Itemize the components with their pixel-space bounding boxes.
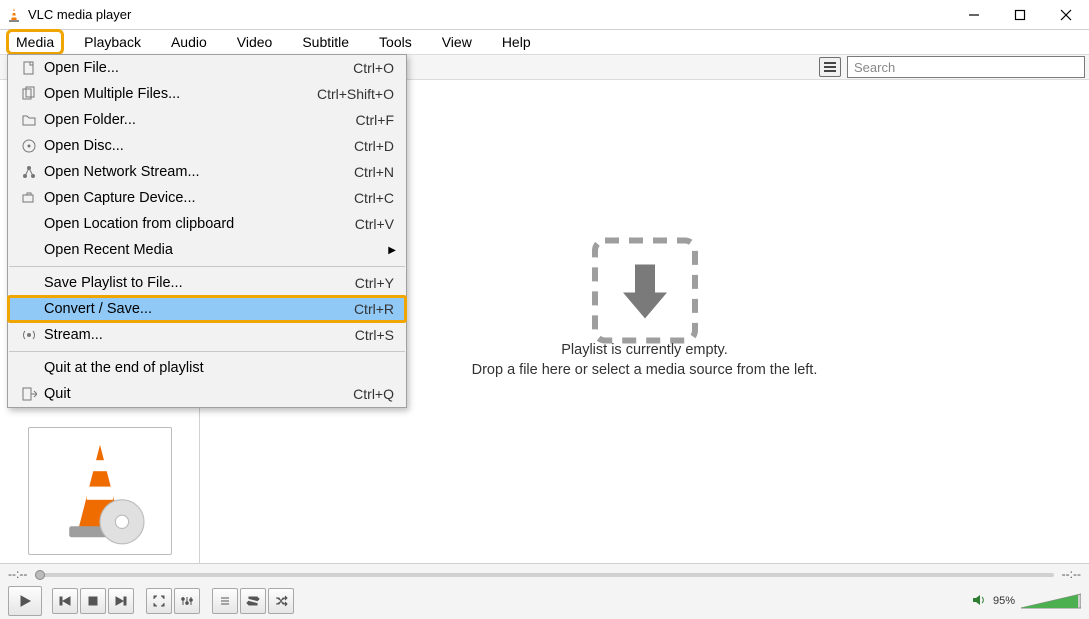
time-elapsed: --:-- bbox=[8, 567, 27, 581]
next-button[interactable] bbox=[108, 588, 134, 614]
menu-open-disc[interactable]: Open Disc... Ctrl+D bbox=[8, 133, 406, 159]
list-view-icon bbox=[823, 60, 837, 74]
submenu-arrow-icon: ▶ bbox=[388, 245, 396, 256]
menu-video[interactable]: Video bbox=[227, 29, 283, 55]
menu-open-capture-device[interactable]: Open Capture Device... Ctrl+C bbox=[8, 185, 406, 211]
close-button[interactable] bbox=[1043, 0, 1089, 29]
menu-stream[interactable]: Stream... Ctrl+S bbox=[8, 322, 406, 348]
seek-row: --:-- --:-- bbox=[0, 564, 1089, 584]
menu-open-recent-media[interactable]: Open Recent Media ▶ bbox=[8, 237, 406, 263]
menu-separator bbox=[9, 351, 405, 352]
playback-controls: --:-- --:-- 95% bbox=[0, 563, 1089, 619]
menu-audio[interactable]: Audio bbox=[161, 29, 217, 55]
menu-separator bbox=[9, 266, 405, 267]
volume-slider[interactable] bbox=[1021, 592, 1081, 610]
minimize-button[interactable] bbox=[951, 0, 997, 29]
seek-slider[interactable] bbox=[35, 570, 1053, 578]
volume-percent: 95% bbox=[993, 595, 1015, 607]
vlc-logo-card bbox=[28, 427, 172, 555]
vlc-cone-icon bbox=[45, 436, 155, 546]
menu-view[interactable]: View bbox=[432, 29, 482, 55]
capture-icon bbox=[18, 190, 40, 206]
folder-icon bbox=[18, 112, 40, 128]
loop-button[interactable] bbox=[240, 588, 266, 614]
previous-button[interactable] bbox=[52, 588, 78, 614]
network-icon bbox=[18, 164, 40, 180]
menu-convert-save[interactable]: Convert / Save... Ctrl+R bbox=[8, 296, 406, 322]
menu-save-playlist[interactable]: Save Playlist to File... Ctrl+Y bbox=[8, 270, 406, 296]
menu-open-folder[interactable]: Open Folder... Ctrl+F bbox=[8, 107, 406, 133]
file-icon bbox=[18, 60, 40, 76]
media-dropdown-menu: Open File... Ctrl+O Open Multiple Files.… bbox=[7, 54, 407, 408]
menu-open-location-clipboard[interactable]: Open Location from clipboard Ctrl+V bbox=[8, 211, 406, 237]
menu-bar: Media Playback Audio Video Subtitle Tool… bbox=[0, 30, 1089, 54]
disc-icon bbox=[18, 138, 40, 154]
menu-media[interactable]: Media bbox=[6, 29, 64, 55]
window-title: VLC media player bbox=[28, 7, 951, 22]
fullscreen-button[interactable] bbox=[146, 588, 172, 614]
extended-settings-button[interactable] bbox=[174, 588, 200, 614]
drop-target-icon bbox=[585, 230, 705, 355]
quit-icon bbox=[18, 386, 40, 402]
menu-open-multiple-files[interactable]: Open Multiple Files... Ctrl+Shift+O bbox=[8, 81, 406, 107]
stream-icon bbox=[18, 327, 40, 343]
maximize-button[interactable] bbox=[997, 0, 1043, 29]
shuffle-button[interactable] bbox=[268, 588, 294, 614]
search-input[interactable]: Search bbox=[847, 56, 1085, 78]
menu-playback[interactable]: Playback bbox=[74, 29, 151, 55]
time-total: --:-- bbox=[1062, 567, 1081, 581]
speaker-icon[interactable] bbox=[971, 592, 987, 611]
menu-quit-end-playlist[interactable]: Quit at the end of playlist bbox=[8, 355, 406, 381]
playlist-button[interactable] bbox=[212, 588, 238, 614]
menu-quit[interactable]: Quit Ctrl+Q bbox=[8, 381, 406, 407]
stop-button[interactable] bbox=[80, 588, 106, 614]
transport-row: 95% bbox=[0, 584, 1089, 618]
files-icon bbox=[18, 86, 40, 102]
window-controls bbox=[951, 0, 1089, 29]
menu-open-network-stream[interactable]: Open Network Stream... Ctrl+N bbox=[8, 159, 406, 185]
title-bar: VLC media player bbox=[0, 0, 1089, 30]
menu-help[interactable]: Help bbox=[492, 29, 541, 55]
view-toggle-button[interactable] bbox=[819, 57, 841, 77]
play-button[interactable] bbox=[8, 586, 42, 616]
menu-open-file[interactable]: Open File... Ctrl+O bbox=[8, 55, 406, 81]
menu-tools[interactable]: Tools bbox=[369, 29, 422, 55]
vlc-app-icon bbox=[6, 7, 22, 23]
menu-subtitle[interactable]: Subtitle bbox=[292, 29, 359, 55]
